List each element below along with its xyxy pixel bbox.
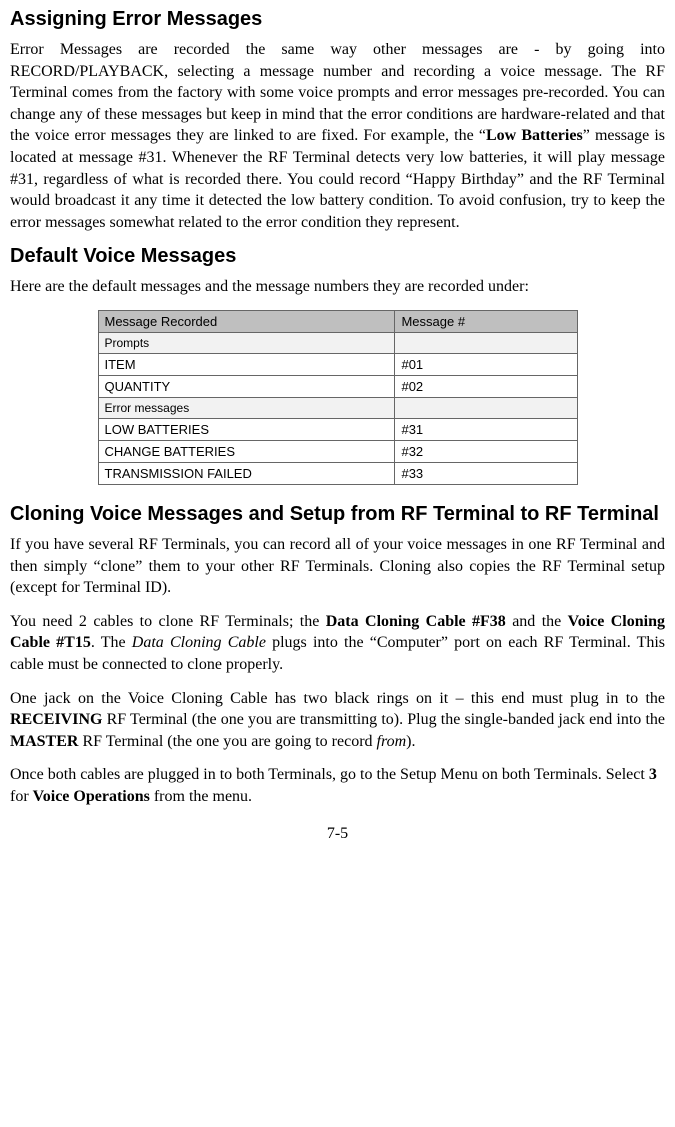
table-subheader-prompts: Prompts <box>98 332 395 353</box>
text: . The <box>91 634 132 651</box>
master-bold: MASTER <box>10 733 78 750</box>
three-bold: 3 <box>649 766 657 783</box>
receiving-bold: RECEIVING <box>10 711 102 728</box>
table-header-col2: Message # <box>395 310 577 332</box>
voice-messages-table: Message Recorded Message # Prompts ITEM … <box>98 310 578 485</box>
table-cell-num: #02 <box>395 375 577 397</box>
table-cell-name: ITEM <box>98 353 395 375</box>
table-cell-num: #32 <box>395 440 577 462</box>
paragraph-default-intro: Here are the default messages and the me… <box>10 276 665 298</box>
table-row: LOW BATTERIES #31 <box>98 418 577 440</box>
text: and the <box>506 613 568 630</box>
text: Once both cables are plugged in to both … <box>10 766 649 783</box>
data-cloning-cable-italic: Data Cloning Cable <box>132 634 266 651</box>
heading-default-voice-messages: Default Voice Messages <box>10 245 665 268</box>
table-row: ITEM #01 <box>98 353 577 375</box>
paragraph-cloning-jacks: One jack on the Voice Cloning Cable has … <box>10 688 665 753</box>
text: RF Terminal (the one you are going to re… <box>78 733 376 750</box>
heading-assigning-error-messages: Assigning Error Messages <box>10 8 665 31</box>
from-italic: from <box>377 733 407 750</box>
text: RF Terminal (the one you are transmittin… <box>102 711 665 728</box>
text: from the menu. <box>150 788 252 805</box>
table-cell-num: #33 <box>395 462 577 484</box>
table-cell-empty <box>395 332 577 353</box>
table-cell-name: LOW BATTERIES <box>98 418 395 440</box>
table-row: TRANSMISSION FAILED #33 <box>98 462 577 484</box>
paragraph-cloning-setup: Once both cables are plugged in to both … <box>10 764 665 807</box>
paragraph-cloning-intro: If you have several RF Terminals, you ca… <box>10 534 665 599</box>
table-cell-num: #31 <box>395 418 577 440</box>
page-number: 7-5 <box>10 825 665 843</box>
text: One jack on the Voice Cloning Cable has … <box>10 690 665 707</box>
text: for <box>10 788 33 805</box>
table-row: QUANTITY #02 <box>98 375 577 397</box>
paragraph-assigning: Error Messages are recorded the same way… <box>10 39 665 233</box>
table-cell-num: #01 <box>395 353 577 375</box>
text: ). <box>406 733 415 750</box>
paragraph-cloning-cables: You need 2 cables to clone RF Terminals;… <box>10 611 665 676</box>
heading-cloning: Cloning Voice Messages and Setup from RF… <box>10 503 665 526</box>
voice-operations-bold: Voice Operations <box>33 788 150 805</box>
table-subheader-errors: Error messages <box>98 397 395 418</box>
table-header-col1: Message Recorded <box>98 310 395 332</box>
data-cloning-cable-bold: Data Cloning Cable #F38 <box>326 613 506 630</box>
low-batteries-bold: Low Batteries <box>486 127 583 144</box>
table-cell-name: TRANSMISSION FAILED <box>98 462 395 484</box>
table-cell-name: QUANTITY <box>98 375 395 397</box>
table-cell-name: CHANGE BATTERIES <box>98 440 395 462</box>
text: You need 2 cables to clone RF Terminals;… <box>10 613 326 630</box>
table-cell-empty <box>395 397 577 418</box>
table-row: CHANGE BATTERIES #32 <box>98 440 577 462</box>
